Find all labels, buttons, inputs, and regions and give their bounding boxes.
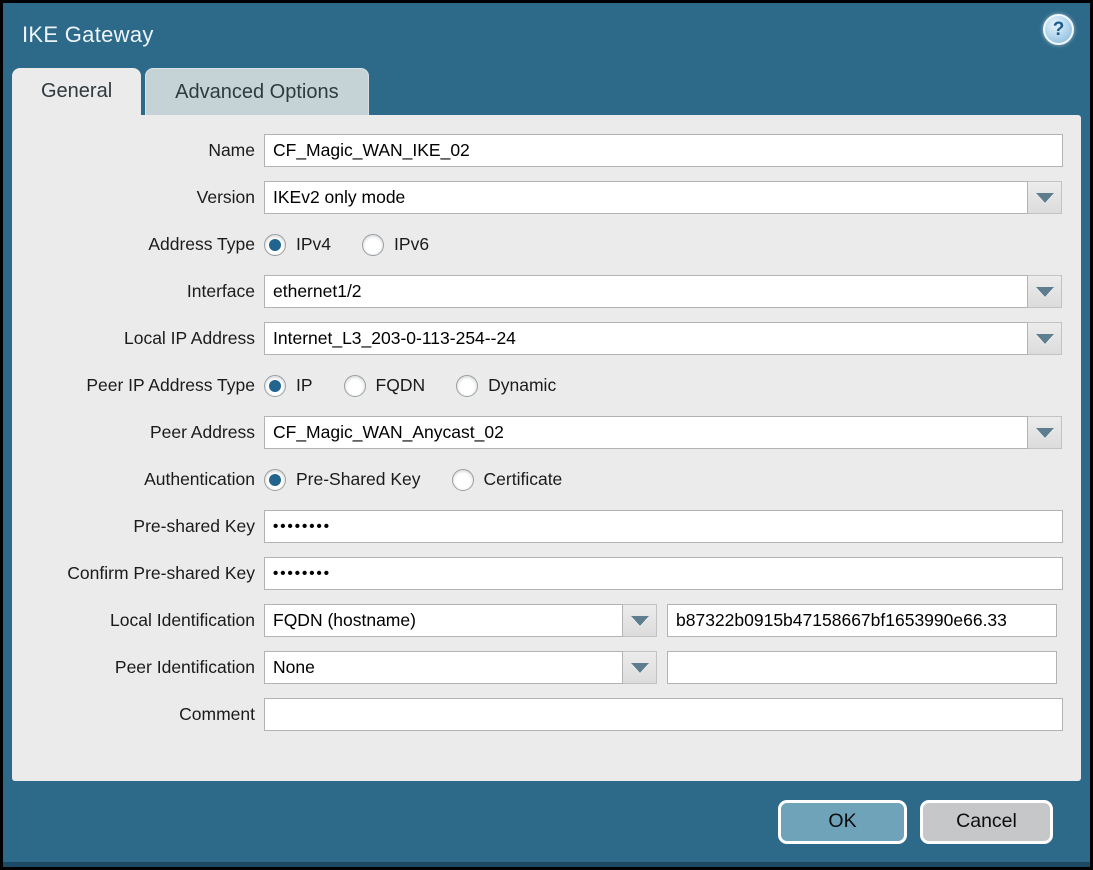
peer-address-dropdown-button[interactable] [1028,416,1062,449]
peer-identification-value-input[interactable] [667,651,1057,684]
chevron-down-icon [1036,334,1054,344]
tab-general[interactable]: General [12,68,141,115]
pre-shared-key-label: Pre-shared Key [12,516,255,537]
peer-ip-address-type-radio-group: IP FQDN Dynamic [264,375,587,397]
name-input[interactable] [264,134,1063,167]
interface-row: Interface ethernet1/2 [12,275,1081,308]
address-type-label: Address Type [12,234,255,255]
address-type-radio-group: IPv4 IPv6 [264,234,460,256]
confirm-pre-shared-key-input[interactable] [264,557,1063,590]
peer-address-row: Peer Address CF_Magic_WAN_Anycast_02 [12,416,1081,449]
radio-option-ipv4[interactable]: IPv4 [264,234,331,256]
radio-button-dynamic[interactable] [456,375,478,397]
chevron-down-icon [1036,428,1054,438]
radio-option-ipv6[interactable]: IPv6 [362,234,429,256]
screenshot-frame: IKE Gateway ? General Advanced Options N… [0,0,1093,870]
local-ip-address-row: Local IP Address Internet_L3_203-0-113-2… [12,322,1081,355]
peer-identification-type-value: None [264,651,623,684]
name-row: Name [12,134,1081,167]
comment-label: Comment [12,704,255,725]
local-identification-type-value: FQDN (hostname) [264,604,623,637]
interface-label: Interface [12,281,255,302]
address-type-row: Address Type IPv4 IPv6 [12,228,1081,261]
version-label: Version [12,187,255,208]
chevron-down-icon [1036,193,1054,203]
authentication-label: Authentication [12,469,255,490]
radio-button-pre-shared-key[interactable] [264,469,286,491]
radio-button-ipv6[interactable] [362,234,384,256]
chevron-down-icon [631,616,649,626]
local-ip-address-dropdown-button[interactable] [1028,322,1062,355]
confirm-pre-shared-key-label: Confirm Pre-shared Key [12,563,255,584]
tab-bar: General Advanced Options [3,67,1090,115]
radio-option-ip[interactable]: IP [264,375,313,397]
peer-identification-label: Peer Identification [12,657,255,678]
tab-advanced-options[interactable]: Advanced Options [145,68,368,115]
interface-value: ethernet1/2 [264,275,1028,308]
local-identification-value-input[interactable] [667,604,1057,637]
chevron-down-icon [631,663,649,673]
cancel-button[interactable]: Cancel [920,800,1053,844]
peer-ip-address-type-label: Peer IP Address Type [12,375,255,396]
dialog-titlebar: IKE Gateway ? [3,3,1090,67]
dialog-bottom-edge [3,862,1090,867]
local-identification-row: Local Identification FQDN (hostname) [12,604,1081,637]
radio-option-pre-shared-key[interactable]: Pre-Shared Key [264,469,421,491]
comment-row: Comment [12,698,1081,731]
local-ip-address-value: Internet_L3_203-0-113-254--24 [264,322,1028,355]
local-ip-address-dropdown[interactable]: Internet_L3_203-0-113-254--24 [264,322,1062,355]
version-dropdown[interactable]: IKEv2 only mode [264,181,1062,214]
peer-ip-address-type-row: Peer IP Address Type IP FQDN Dynamic [12,369,1081,402]
peer-identification-dropdown-button[interactable] [623,651,657,684]
pre-shared-key-input[interactable] [264,510,1063,543]
authentication-radio-group: Pre-Shared Key Certificate [264,469,593,491]
dialog-title: IKE Gateway [22,22,154,48]
radio-button-ip[interactable] [264,375,286,397]
authentication-row: Authentication Pre-Shared Key Certificat… [12,463,1081,496]
peer-address-label: Peer Address [12,422,255,443]
local-identification-label: Local Identification [12,610,255,631]
radio-button-certificate[interactable] [452,469,474,491]
version-row: Version IKEv2 only mode [12,181,1081,214]
general-tab-panel: Name Version IKEv2 only mode Address Typ… [12,115,1081,781]
radio-option-certificate[interactable]: Certificate [452,469,563,491]
interface-dropdown[interactable]: ethernet1/2 [264,275,1062,308]
ok-button[interactable]: OK [778,800,907,844]
interface-dropdown-button[interactable] [1028,275,1062,308]
peer-address-value: CF_Magic_WAN_Anycast_02 [264,416,1028,449]
peer-identification-row: Peer Identification None [12,651,1081,684]
ike-gateway-dialog: IKE Gateway ? General Advanced Options N… [3,3,1090,867]
radio-option-dynamic[interactable]: Dynamic [456,375,556,397]
local-ip-address-label: Local IP Address [12,328,255,349]
chevron-down-icon [1036,287,1054,297]
local-identification-dropdown-button[interactable] [623,604,657,637]
peer-address-dropdown[interactable]: CF_Magic_WAN_Anycast_02 [264,416,1062,449]
comment-input[interactable] [264,698,1063,731]
version-value: IKEv2 only mode [264,181,1028,214]
help-icon[interactable]: ? [1043,14,1074,45]
peer-identification-type-dropdown[interactable]: None [264,651,657,684]
local-identification-type-dropdown[interactable]: FQDN (hostname) [264,604,657,637]
dialog-footer: OK Cancel [3,781,1090,862]
radio-option-fqdn[interactable]: FQDN [344,375,426,397]
radio-button-ipv4[interactable] [264,234,286,256]
name-label: Name [12,140,255,161]
pre-shared-key-row: Pre-shared Key [12,510,1081,543]
confirm-pre-shared-key-row: Confirm Pre-shared Key [12,557,1081,590]
version-dropdown-button[interactable] [1028,181,1062,214]
radio-button-fqdn[interactable] [344,375,366,397]
